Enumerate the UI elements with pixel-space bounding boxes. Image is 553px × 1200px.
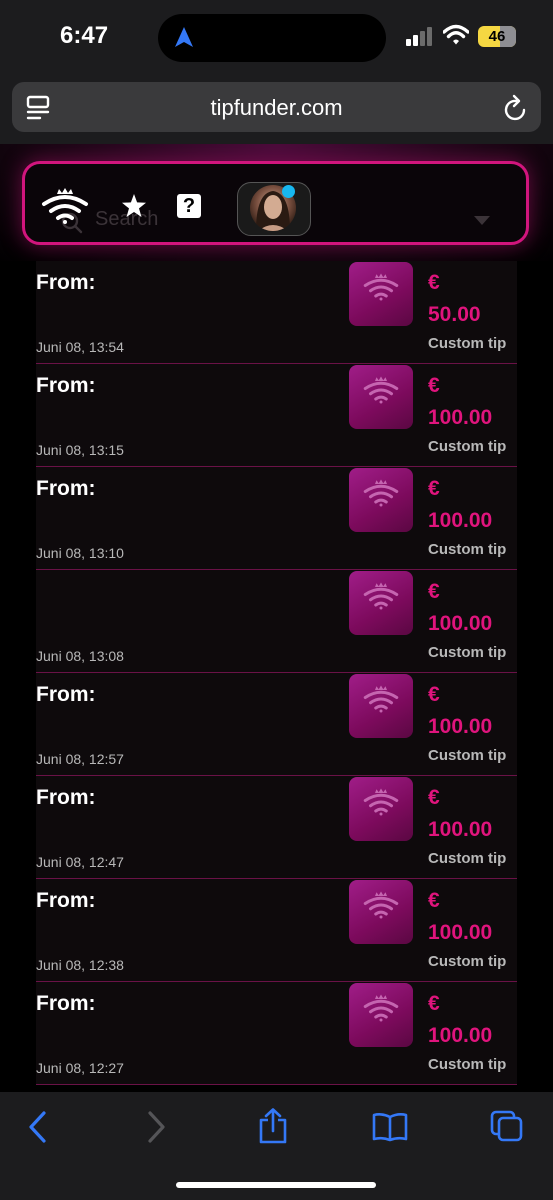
tip-row[interactable]: From: Juni 08, 13:10 €100.00 Custom tip xyxy=(36,467,517,570)
tip-thumbnail xyxy=(349,674,413,738)
help-icon[interactable]: ? xyxy=(177,194,201,218)
tip-thumbnail xyxy=(349,262,413,326)
tip-currency: € xyxy=(428,374,440,397)
tabs-icon[interactable] xyxy=(490,1110,524,1142)
star-icon[interactable] xyxy=(121,194,147,218)
tip-amount: 100.00 xyxy=(428,509,493,532)
web-page: Search ? From: Juni 08, 13:54 € 50.00 Cu… xyxy=(0,144,553,1092)
battery-level: 46 xyxy=(488,28,506,45)
tip-type: Custom tip xyxy=(428,335,507,352)
tip-from-label: From: xyxy=(36,374,96,397)
tip-currency: € xyxy=(428,992,440,1015)
dropdown-icon[interactable] xyxy=(474,216,490,226)
tip-date: Juni 08, 12:57 xyxy=(36,751,124,767)
tipfunder-logo-icon xyxy=(363,376,399,404)
tipfunder-logo-icon xyxy=(363,685,399,713)
bookmarks-icon[interactable] xyxy=(372,1112,408,1142)
tip-from-label: From: xyxy=(36,271,96,294)
tip-row[interactable]: Juni 08, 13:08 €100.00 Custom tip xyxy=(36,570,517,673)
tip-row[interactable]: From: Juni 08, 12:27 €100.00 Custom tip xyxy=(36,982,517,1085)
tipfunder-logo-icon xyxy=(363,582,399,610)
tip-type: Custom tip xyxy=(428,850,507,867)
tip-currency: € xyxy=(428,683,440,706)
tip-date: Juni 08, 13:10 xyxy=(36,545,124,561)
tip-date: Juni 08, 12:27 xyxy=(36,1060,124,1076)
tipfunder-logo-icon xyxy=(363,273,399,301)
tip-thumbnail xyxy=(349,983,413,1047)
tip-row[interactable]: From: Juni 08, 12:38 €100.00 Custom tip xyxy=(36,879,517,982)
tipfunder-logo-icon xyxy=(363,479,399,507)
tipfunder-logo-icon xyxy=(363,891,399,919)
address-bar[interactable]: tipfunder.com xyxy=(12,82,541,132)
tip-date: Juni 08, 13:08 xyxy=(36,648,124,664)
status-bar: 6:47 46 xyxy=(0,0,553,78)
tip-thumbnail xyxy=(349,880,413,944)
tip-list: From: Juni 08, 13:54 €50.00 Custom tip From:… xyxy=(36,261,517,1085)
tip-date: Juni 08, 13:15 xyxy=(36,442,124,458)
tip-currency: € xyxy=(428,477,440,500)
status-time: 6:47 xyxy=(60,22,109,49)
share-icon[interactable] xyxy=(258,1108,288,1144)
tip-amount: 100.00 xyxy=(428,612,493,635)
tip-currency: € xyxy=(428,889,440,912)
site-header: Search ? xyxy=(22,161,529,245)
tip-currency: € xyxy=(428,271,440,294)
tip-from-label: From: xyxy=(36,786,96,809)
tip-amount: 100.00 xyxy=(428,818,493,841)
tip-thumbnail xyxy=(349,365,413,429)
page-left-margin xyxy=(0,261,36,1092)
dynamic-island xyxy=(158,14,386,62)
tip-type: Custom tip xyxy=(428,747,507,764)
tip-row[interactable]: From: Juni 08, 13:54 €50.00 Custom tip xyxy=(36,261,517,364)
tipfunder-logo-icon[interactable] xyxy=(41,188,89,224)
online-status-dot xyxy=(282,185,295,198)
tipfunder-logo-icon xyxy=(363,994,399,1022)
tip-amount: 50.00 xyxy=(428,303,481,326)
tip-type: Custom tip xyxy=(428,953,507,970)
forward-icon[interactable] xyxy=(146,1110,168,1144)
tip-thumbnail xyxy=(349,468,413,532)
tip-from-label: From: xyxy=(36,477,96,500)
tip-from-label: From: xyxy=(36,683,96,706)
tip-currency: € xyxy=(428,786,440,809)
tip-date: Juni 08, 12:47 xyxy=(36,854,124,870)
url-text[interactable]: tipfunder.com xyxy=(12,95,541,121)
page-right-margin xyxy=(517,261,553,1092)
tip-amount: 100.00 xyxy=(428,406,493,429)
signal-icon xyxy=(406,27,432,46)
tip-amount: 100.00 xyxy=(428,1024,493,1047)
tip-date: Juni 08, 12:38 xyxy=(36,957,124,973)
tip-from-label: From: xyxy=(36,889,96,912)
home-indicator xyxy=(176,1182,376,1188)
tip-amount: 100.00 xyxy=(428,715,493,738)
location-arrow-icon xyxy=(175,27,193,47)
tip-amount: 100.00 xyxy=(428,921,493,944)
browser-chrome: tipfunder.com xyxy=(0,78,553,144)
battery-icon: 46 xyxy=(478,26,516,47)
profile-button[interactable] xyxy=(237,182,311,236)
tip-type: Custom tip xyxy=(428,644,507,661)
tip-row[interactable]: From: Juni 08, 12:57 €100.00 Custom tip xyxy=(36,673,517,776)
tipfunder-logo-icon xyxy=(363,788,399,816)
tip-type: Custom tip xyxy=(428,438,507,455)
tip-row[interactable]: From: Juni 08, 12:47 €100.00 Custom tip xyxy=(36,776,517,879)
tip-row[interactable]: From: Juni 08, 13:15 €100.00 Custom tip xyxy=(36,364,517,467)
tip-type: Custom tip xyxy=(428,541,507,558)
wifi-icon xyxy=(443,24,469,45)
tip-type: Custom tip xyxy=(428,1056,507,1073)
tip-date: Juni 08, 13:54 xyxy=(36,339,124,355)
back-icon[interactable] xyxy=(26,1110,48,1144)
reload-icon[interactable] xyxy=(503,94,529,122)
tip-thumbnail xyxy=(349,777,413,841)
tip-from-label: From: xyxy=(36,992,96,1015)
tip-thumbnail xyxy=(349,571,413,635)
tip-currency: € xyxy=(428,580,440,603)
browser-toolbar xyxy=(0,1092,553,1200)
